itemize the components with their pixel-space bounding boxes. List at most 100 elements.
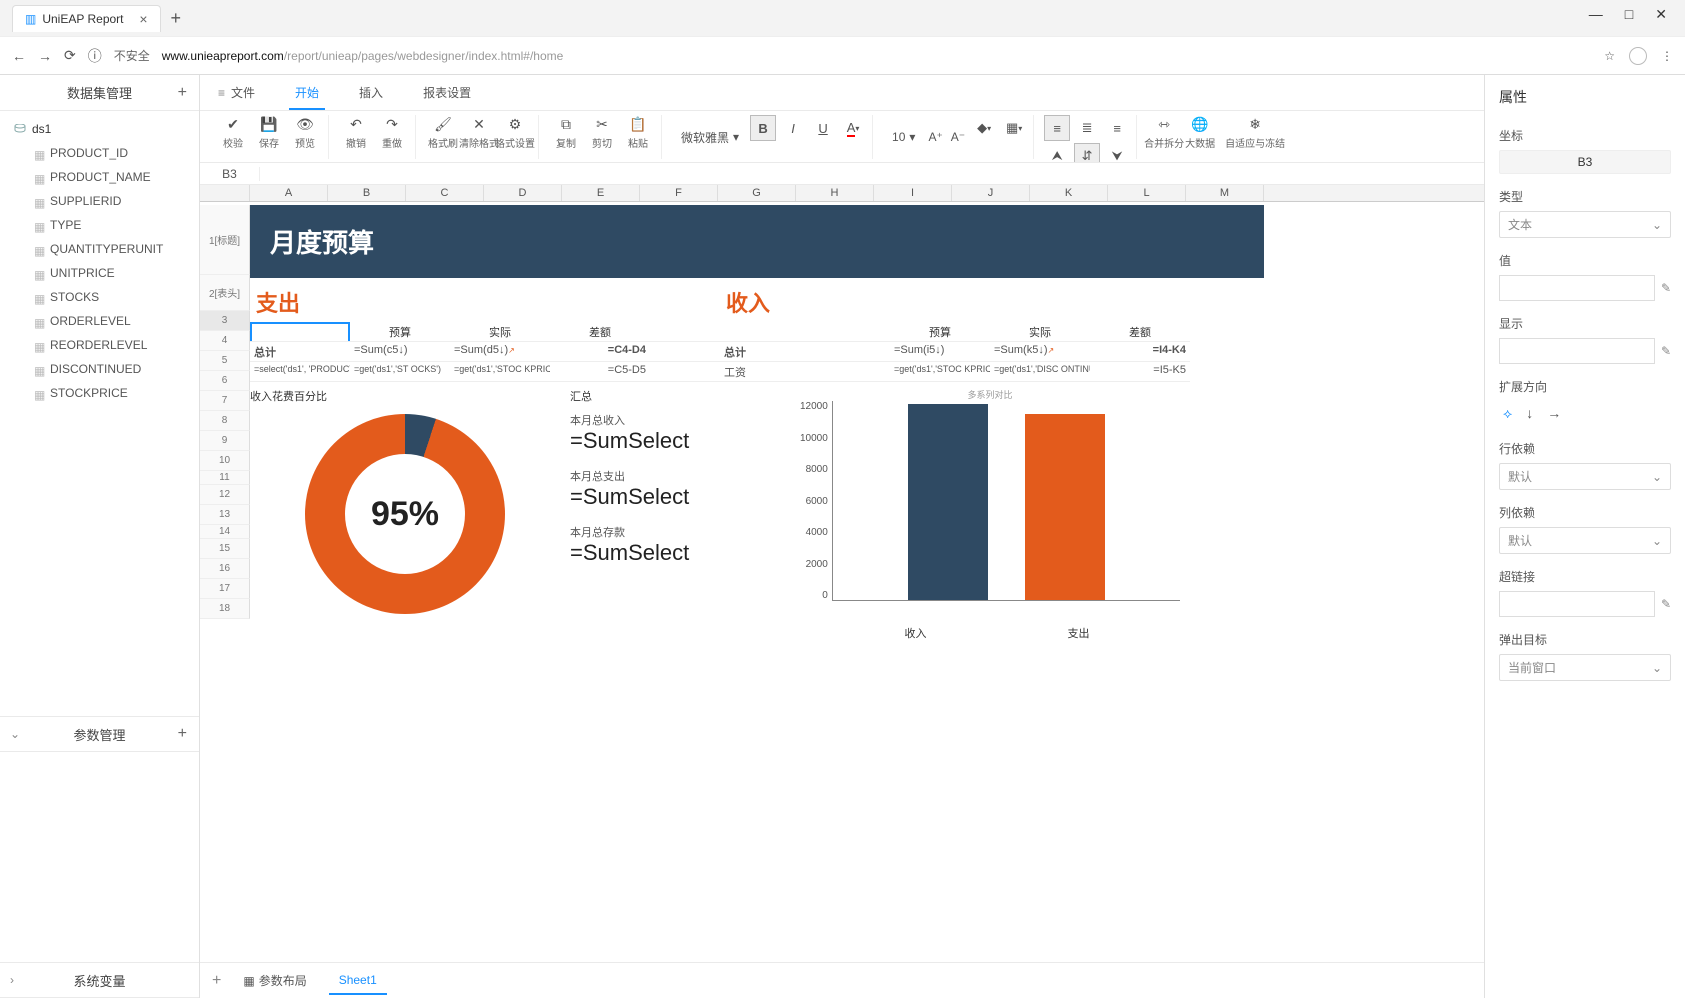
align-right-button[interactable]: ≡ — [1104, 115, 1130, 141]
valign-top-button[interactable]: ⮝ — [1044, 143, 1070, 163]
spreadsheet-area[interactable]: ABCDEFGHIJKLM 1[标题] 2[表头] 3 4 5 6 7 8 9 … — [200, 185, 1484, 962]
row-header[interactable]: 1[标题] — [200, 205, 250, 275]
active-cell[interactable] — [250, 322, 350, 342]
param-panel-header[interactable]: ⌄ 参数管理 + — [0, 716, 199, 752]
format-settings-button[interactable]: ⚙格式设置 — [498, 115, 532, 150]
fill-color-button[interactable]: ◆▾ — [971, 115, 997, 141]
cell-formula[interactable]: =Sum(c5↓) — [350, 342, 450, 362]
menu-tab-report-settings[interactable]: 报表设置 — [417, 76, 477, 109]
cut-button[interactable]: ✂剪切 — [585, 115, 619, 150]
edit-icon[interactable]: ✎ — [1661, 597, 1671, 611]
display-input[interactable] — [1499, 338, 1655, 364]
underline-button[interactable]: U — [810, 115, 836, 141]
expand-none-icon[interactable]: ⟡ — [1503, 405, 1512, 422]
paste-button[interactable]: 📋粘贴 — [621, 115, 655, 150]
menu-tab-insert[interactable]: 插入 — [353, 76, 389, 109]
close-window-icon[interactable]: ✕ — [1655, 6, 1667, 23]
bar-chart[interactable]: 多系列对比 120001000080006000400020000 收入 — [800, 388, 1180, 641]
field-item[interactable]: ▦UNITPRICE — [28, 261, 191, 285]
star-icon[interactable]: ☆ — [1604, 49, 1615, 63]
cell-formula[interactable]: =get('ds1','ST OCKS') — [350, 362, 450, 382]
cell-formula[interactable]: =I5-K5 — [1090, 362, 1190, 382]
summary-value[interactable]: =SumSelect — [570, 428, 790, 454]
row-header[interactable]: 8 — [200, 411, 250, 431]
edit-icon[interactable]: ✎ — [1661, 281, 1671, 295]
col-actual[interactable]: 实际 — [990, 322, 1090, 342]
italic-button[interactable]: I — [780, 115, 806, 141]
new-tab-button[interactable]: + — [171, 8, 182, 29]
col-diff[interactable]: 差额 — [1090, 322, 1190, 342]
valign-bottom-button[interactable]: ⮟ — [1104, 143, 1130, 163]
row-header[interactable]: 15 — [200, 539, 250, 559]
row-header[interactable]: 5 — [200, 351, 250, 371]
valign-middle-button[interactable]: ⇵ — [1074, 143, 1100, 163]
type-select[interactable]: 文本⌄ — [1499, 211, 1671, 238]
border-button[interactable]: ▦▾ — [1001, 115, 1027, 141]
align-center-button[interactable]: ≣ — [1074, 115, 1100, 141]
maximize-icon[interactable]: □ — [1625, 6, 1633, 23]
dataset-node[interactable]: ds1 — [8, 117, 191, 141]
site-info-icon[interactable]: ⓘ — [88, 46, 102, 66]
summary-value[interactable]: =SumSelect — [570, 484, 790, 510]
coldep-select[interactable]: 默认⌄ — [1499, 527, 1671, 554]
field-item[interactable]: ▦SUPPLIERID — [28, 189, 191, 213]
col-header[interactable]: G — [718, 185, 796, 201]
row-header[interactable]: 2[表头] — [200, 275, 250, 311]
minimize-icon[interactable]: — — [1589, 6, 1603, 23]
cell-reference[interactable]: B3 — [200, 167, 260, 181]
cell-formula[interactable]: =Sum(d5↓)↗ — [450, 342, 550, 362]
row-header[interactable]: 6 — [200, 371, 250, 391]
row-header[interactable]: 16 — [200, 559, 250, 579]
expand-right-icon[interactable]: → — [1547, 405, 1561, 422]
cell-formula[interactable]: =Sum(k5↓)↗ — [990, 342, 1090, 362]
wage-label[interactable]: 工资 — [720, 362, 890, 382]
bold-button[interactable]: B — [750, 115, 776, 141]
font-grow-icon[interactable]: A⁺ — [928, 130, 942, 144]
reload-icon[interactable]: ⟳ — [64, 47, 76, 64]
row-header[interactable]: 10 — [200, 451, 250, 471]
profile-icon[interactable] — [1629, 47, 1647, 65]
row-header[interactable]: 13 — [200, 505, 250, 525]
row-header[interactable]: 14 — [200, 525, 250, 539]
add-param-button[interactable]: + — [178, 725, 187, 743]
cell-formula[interactable]: =C5-D5 — [550, 362, 650, 382]
summary-value[interactable]: =SumSelect — [570, 540, 790, 566]
row-header[interactable]: 17 — [200, 579, 250, 599]
field-item[interactable]: ▦PRODUCT_ID — [28, 141, 191, 165]
format-brush-button[interactable]: 🖌格式刷 — [426, 115, 460, 150]
cell-formula[interactable]: =get('ds1','STOC KPRICE')↗ — [450, 362, 550, 382]
sysvar-panel-header[interactable]: › 系统变量 — [0, 962, 199, 998]
col-actual[interactable]: 实际 — [450, 322, 550, 342]
col-budget[interactable]: 预算 — [350, 322, 450, 342]
font-shrink-icon[interactable]: A⁻ — [951, 130, 965, 144]
cell-formula[interactable]: =C4-D4 — [550, 342, 650, 362]
rowdep-select[interactable]: 默认⌄ — [1499, 463, 1671, 490]
report-title[interactable]: 月度预算 — [250, 205, 1264, 278]
expense-header[interactable]: 支出 — [250, 282, 650, 322]
add-sheet-button[interactable]: + — [212, 972, 221, 990]
col-header[interactable]: D — [484, 185, 562, 201]
close-tab-icon[interactable]: × — [139, 11, 147, 27]
field-item[interactable]: ▦QUANTITYPERUNIT — [28, 237, 191, 261]
font-color-button[interactable]: A▾ — [840, 115, 866, 141]
tab-param-layout[interactable]: ▦参数布局 — [233, 966, 316, 995]
value-input[interactable] — [1499, 275, 1655, 301]
col-header[interactable]: K — [1030, 185, 1108, 201]
row-header[interactable]: 12 — [200, 485, 250, 505]
freeze-button[interactable]: ❄自适应与冻结 — [1219, 115, 1291, 150]
col-header[interactable]: I — [874, 185, 952, 201]
col-header[interactable]: F — [640, 185, 718, 201]
field-item[interactable]: ▦TYPE — [28, 213, 191, 237]
font-size-select[interactable]: 10▾ — [887, 127, 920, 147]
col-budget[interactable]: 预算 — [890, 322, 990, 342]
field-item[interactable]: ▦STOCKPRICE — [28, 381, 191, 405]
col-header[interactable]: B — [328, 185, 406, 201]
cell-formula[interactable]: =select('ds1', 'PRODUCT_ID') — [250, 362, 350, 382]
col-header[interactable]: E — [562, 185, 640, 201]
row-header[interactable]: 18 — [200, 599, 250, 619]
forward-icon[interactable]: → — [38, 48, 52, 64]
font-family-select[interactable]: 微软雅黑▾ — [676, 126, 744, 149]
cell-formula[interactable]: =Sum(i5↓) — [890, 342, 990, 362]
link-input[interactable] — [1499, 591, 1655, 617]
col-header[interactable]: A — [250, 185, 328, 201]
